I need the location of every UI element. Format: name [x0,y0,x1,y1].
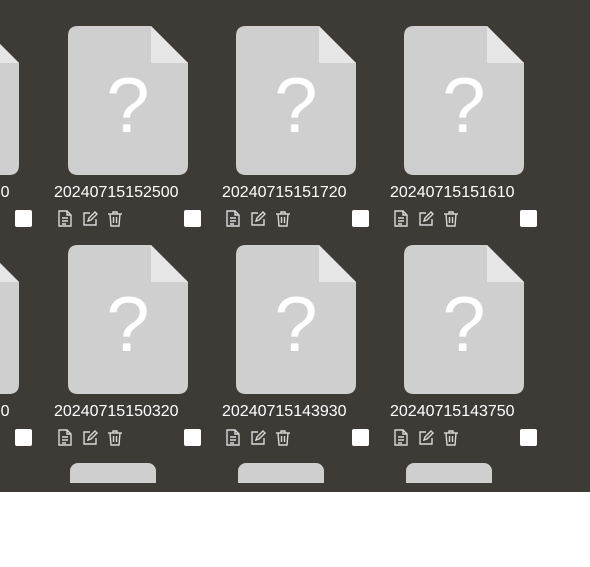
edit-icon[interactable] [415,427,437,447]
select-checkbox[interactable] [184,210,201,227]
file-actions [390,208,465,228]
file-tile[interactable]: ? 20240715143930 [222,245,372,457]
edit-icon[interactable] [247,208,269,228]
select-checkbox[interactable] [520,210,537,227]
file-name: 20240715151720 [222,184,347,201]
edit-icon[interactable] [79,427,101,447]
document-icon[interactable] [390,208,412,228]
unknown-file-icon[interactable]: ? [68,245,188,394]
unknown-file-icon[interactable]: ? [404,245,524,394]
unknown-file-icon[interactable]: ? [68,26,188,175]
file-name: 20240715150320 [54,403,179,420]
trash-icon[interactable] [104,427,126,447]
question-mark-glyph: ? [274,279,318,368]
file-actions [54,427,129,447]
trash-icon[interactable] [272,208,294,228]
document-icon[interactable] [222,427,244,447]
question-mark-glyph: ? [0,245,19,394]
unknown-file-icon[interactable] [238,463,324,483]
select-checkbox[interactable] [184,429,201,446]
question-mark-glyph: ? [106,60,150,149]
file-actions [390,427,465,447]
trash-icon[interactable] [272,427,294,447]
file-actions [54,208,129,228]
file-name: 20240715152500 [54,184,179,201]
select-checkbox[interactable] [352,210,369,227]
file-name: 20240715143930 [222,403,347,420]
edit-icon[interactable] [247,427,269,447]
file-tile[interactable]: ? 20240715151720 [222,26,372,238]
edit-icon[interactable] [79,208,101,228]
file-actions [222,208,297,228]
unknown-file-icon[interactable]: ? [0,245,19,394]
file-name: 20240715143750 [390,403,515,420]
document-icon[interactable] [54,208,76,228]
question-mark-glyph: ? [106,279,150,368]
file-tile[interactable]: ? 20240715151610 [390,26,540,238]
document-icon[interactable] [222,208,244,228]
file-tile[interactable]: ? 20240715152500 [0,26,35,238]
file-tile[interactable]: ? 20240715152500 [54,26,204,238]
unknown-file-icon[interactable] [70,463,156,483]
unknown-file-icon[interactable]: ? [0,26,19,175]
trash-icon[interactable] [104,208,126,228]
question-mark-glyph: ? [0,26,19,175]
select-checkbox[interactable] [15,429,32,446]
trash-icon[interactable] [440,208,462,228]
unknown-file-icon[interactable] [406,463,492,483]
question-mark-glyph: ? [274,60,318,149]
file-tile[interactable]: ? 20240715150320 [54,245,204,457]
file-actions [222,427,297,447]
file-name: 20240715151610 [390,184,515,201]
select-checkbox[interactable] [15,210,32,227]
select-checkbox[interactable] [520,429,537,446]
file-tile[interactable]: ? 20240715143750 [390,245,540,457]
file-tile[interactable]: ? 20240715150300 [0,245,35,457]
unknown-file-icon[interactable]: ? [236,245,356,394]
question-mark-glyph: ? [442,279,486,368]
trash-icon[interactable] [440,427,462,447]
question-mark-glyph: ? [442,60,486,149]
document-icon[interactable] [390,427,412,447]
file-name: 20240715152500 [0,184,10,201]
file-name: 20240715150300 [0,403,10,420]
edit-icon[interactable] [415,208,437,228]
unknown-file-icon[interactable]: ? [404,26,524,175]
select-checkbox[interactable] [352,429,369,446]
unknown-file-icon[interactable]: ? [236,26,356,175]
document-icon[interactable] [54,427,76,447]
file-grid-panel: ? 20240715152500 ? 20240715152500 ? 2024… [0,0,590,492]
